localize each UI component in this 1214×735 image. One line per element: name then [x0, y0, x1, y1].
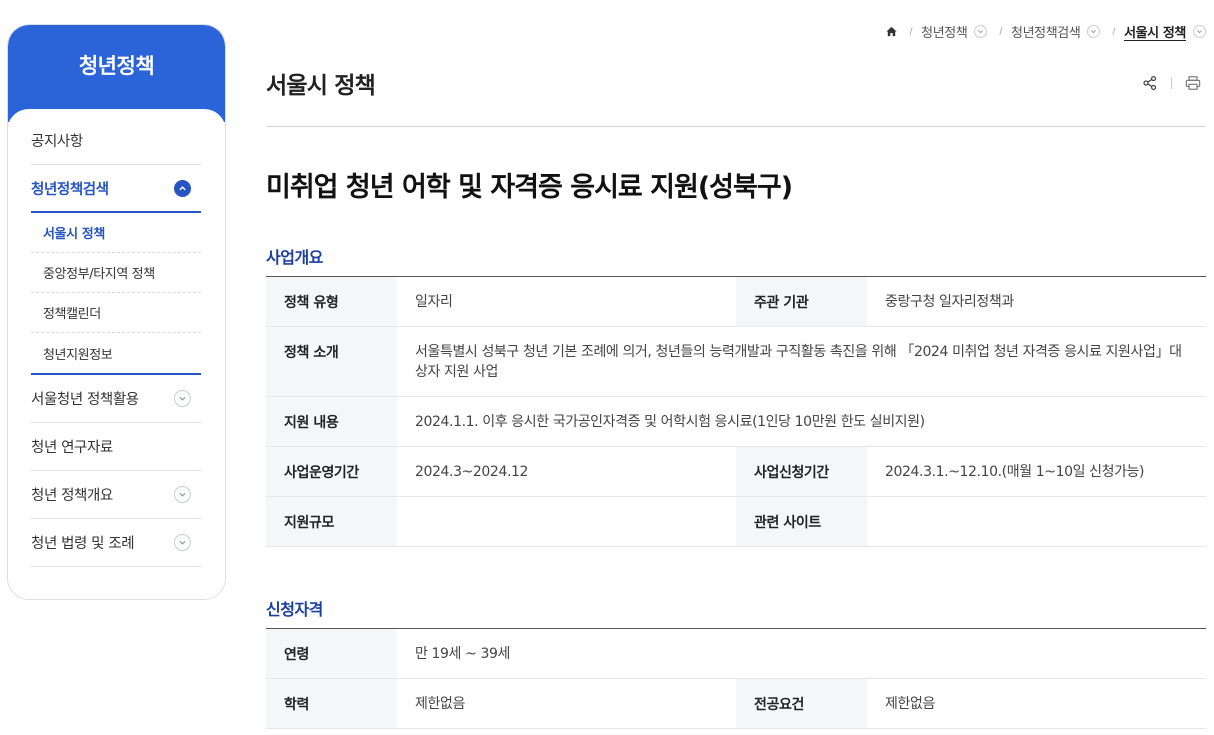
section-heading-eligibility: 신청자격: [266, 600, 323, 619]
policy-title: 미취업 청년 어학 및 자격증 응시료 지원(성북구): [266, 172, 793, 203]
breadcrumb-item-youth-policy[interactable]: 청년정책: [921, 22, 988, 41]
age-value: 만 19세 ~ 39세: [415, 646, 510, 662]
scale-value: [397, 497, 736, 547]
sidebar-item-research[interactable]: 청년 연구자료: [31, 423, 201, 471]
major-value: 제한없음: [885, 696, 935, 712]
breadcrumb-separator: /: [999, 26, 1003, 37]
table-row: 사업운영기간 2024.3~2024.12 사업신청기간 2024.3.1.~1…: [266, 446, 1206, 497]
period-value: 2024.3~2024.12: [415, 464, 529, 480]
breadcrumb-separator: /: [909, 26, 913, 37]
breadcrumb: / 청년정책 / 청년정책검색 / 서울시 정책: [885, 22, 1206, 41]
submenu-item-seoul-policy[interactable]: 서울시 정책: [31, 213, 201, 253]
table-row: 학력 제한없음 전공요건 제한없음: [266, 678, 1207, 729]
sidebar-menu: 공지사항 청년정책검색 서울시 정책 중앙정부/타지역 정책 정책캘린더 청년지…: [31, 117, 201, 567]
apply-period-value: 2024.3.1.~12.10.(매월 1~10일 신청가능): [885, 464, 1145, 480]
tool-divider: [1171, 77, 1172, 89]
intro-value: 서울특별시 성북구 청년 기본 조례에 의거, 청년들의 능력개발과 구직활동 …: [415, 344, 1182, 380]
page-tools: [1141, 74, 1202, 92]
eligibility-table: 연령 만 19세 ~ 39세 학력 제한없음 전공요건 제한없음: [266, 628, 1207, 729]
agency-value: 중랑구청 일자리정책과: [885, 294, 1014, 310]
age-label: 연령: [266, 628, 397, 679]
chevron-down-icon[interactable]: [174, 390, 191, 407]
chevron-down-icon[interactable]: [174, 486, 191, 503]
intro-label: 정책 소개: [266, 326, 397, 397]
sidebar-item-label: 공지사항: [31, 134, 83, 150]
submenu-item-central-policy[interactable]: 중앙정부/타지역 정책: [31, 253, 201, 293]
sidebar-item-label: 청년정책검색: [31, 181, 109, 198]
page-title: 서울시 정책: [266, 73, 376, 99]
table-row: 지원규모 관련 사이트: [266, 496, 1206, 547]
support-value: 2024.1.1. 이후 응시한 국가공인자격증 및 어학시험 응시료(1인당 …: [415, 414, 925, 430]
sidebar-item-laws[interactable]: 청년 법령 및 조례: [31, 519, 201, 567]
chevron-down-icon[interactable]: [974, 25, 988, 38]
education-value: 제한없음: [415, 696, 465, 712]
apply-period-label: 사업신청기간: [736, 446, 867, 497]
table-row: 지원 내용 2024.1.1. 이후 응시한 국가공인자격증 및 어학시험 응시…: [266, 396, 1206, 447]
agency-label: 주관 기관: [736, 276, 867, 327]
chevron-down-icon[interactable]: [1087, 25, 1101, 38]
sidebar-item-label: 청년 법령 및 조례: [31, 536, 135, 552]
home-icon[interactable]: [885, 25, 898, 38]
title-divider: [266, 126, 1206, 127]
table-row: 연령 만 19세 ~ 39세: [266, 628, 1207, 679]
share-icon[interactable]: [1141, 74, 1159, 92]
sidebar-title: 청년정책: [8, 25, 225, 122]
breadcrumb-item-seoul-policy[interactable]: 서울시 정책: [1124, 22, 1206, 41]
breadcrumb-separator: /: [1112, 26, 1116, 37]
sidebar-item-label: 서울청년 정책활용: [31, 392, 139, 408]
sidebar-submenu: 서울시 정책 중앙정부/타지역 정책 정책캘린더 청년지원정보: [31, 213, 201, 375]
site-label: 관련 사이트: [736, 496, 867, 547]
scale-label: 지원규모: [266, 496, 397, 547]
table-row: 정책 소개 서울특별시 성북구 청년 기본 조례에 의거, 청년들의 능력개발과…: [266, 326, 1206, 397]
print-icon[interactable]: [1184, 74, 1202, 92]
sidebar-item-label: 청년 정책개요: [31, 488, 113, 504]
sidebar-body: 공지사항 청년정책검색 서울시 정책 중앙정부/타지역 정책 정책캘린더 청년지…: [8, 109, 225, 599]
breadcrumb-label: 청년정책검색: [1011, 26, 1081, 41]
sidebar-item-notice[interactable]: 공지사항: [31, 117, 201, 165]
major-label: 전공요건: [736, 678, 867, 729]
sidebar-item-policy-search[interactable]: 청년정책검색: [31, 165, 201, 213]
sidebar-item-policy-use[interactable]: 서울청년 정책활용: [31, 375, 201, 423]
table-row: 정책 유형 일자리 주관 기관 중랑구청 일자리정책과: [266, 276, 1206, 327]
sidebar: 청년정책 공지사항 청년정책검색 서울시 정책 중앙정부/타지역 정책 정책캘린…: [7, 24, 226, 600]
chevron-down-icon[interactable]: [174, 534, 191, 551]
education-label: 학력: [266, 678, 397, 729]
chevron-down-icon[interactable]: [1193, 25, 1206, 38]
chevron-up-icon[interactable]: [174, 179, 191, 197]
period-label: 사업운영기간: [266, 446, 397, 497]
section-heading-overview: 사업개요: [266, 248, 323, 267]
submenu-item-policy-calendar[interactable]: 정책캘린더: [31, 293, 201, 333]
breadcrumb-label: 청년정책: [921, 26, 968, 41]
sidebar-submenu-wrap: 서울시 정책 중앙정부/타지역 정책 정책캘린더 청년지원정보: [31, 213, 201, 375]
sidebar-item-label: 청년 연구자료: [31, 440, 113, 456]
support-label: 지원 내용: [266, 396, 397, 447]
sidebar-item-policy-overview[interactable]: 청년 정책개요: [31, 471, 201, 519]
site-value[interactable]: [867, 497, 1206, 547]
policy-type-label: 정책 유형: [266, 276, 397, 327]
overview-table: 정책 유형 일자리 주관 기관 중랑구청 일자리정책과 정책 소개 서울특별시 …: [266, 276, 1206, 547]
breadcrumb-label: 서울시 정책: [1124, 26, 1186, 41]
breadcrumb-item-policy-search[interactable]: 청년정책검색: [1011, 22, 1101, 41]
submenu-item-support-info[interactable]: 청년지원정보: [31, 333, 201, 373]
policy-type-value: 일자리: [415, 294, 453, 310]
